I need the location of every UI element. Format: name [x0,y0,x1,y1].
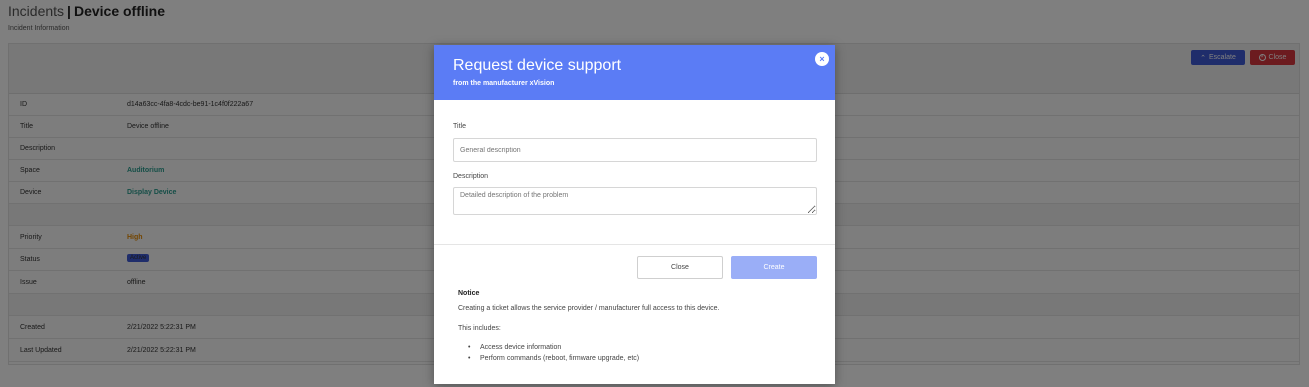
cancel-button[interactable]: Close [637,256,723,279]
create-button[interactable]: Create [731,256,817,279]
description-textarea[interactable] [453,187,817,215]
includes-text: This includes: [458,325,501,332]
close-icon[interactable]: × [815,52,829,66]
modal-divider [434,244,835,245]
modal-subtitle: from the manufacturer xVision [453,80,555,87]
title-input[interactable] [453,138,817,162]
list-item: Access device information [468,344,639,355]
description-field-label: Description [453,173,489,180]
modal-title: Request device support [453,57,622,74]
request-support-modal: Request device support from the manufact… [434,45,835,384]
title-field-label: Title [453,123,466,130]
notice-heading: Notice [458,290,480,297]
notice-text: Creating a ticket allows the service pro… [458,305,720,312]
list-item: Perform commands (reboot, firmware upgra… [468,355,639,366]
includes-list: Access device information Perform comman… [468,344,639,366]
modal-header: Request device support from the manufact… [434,45,835,100]
